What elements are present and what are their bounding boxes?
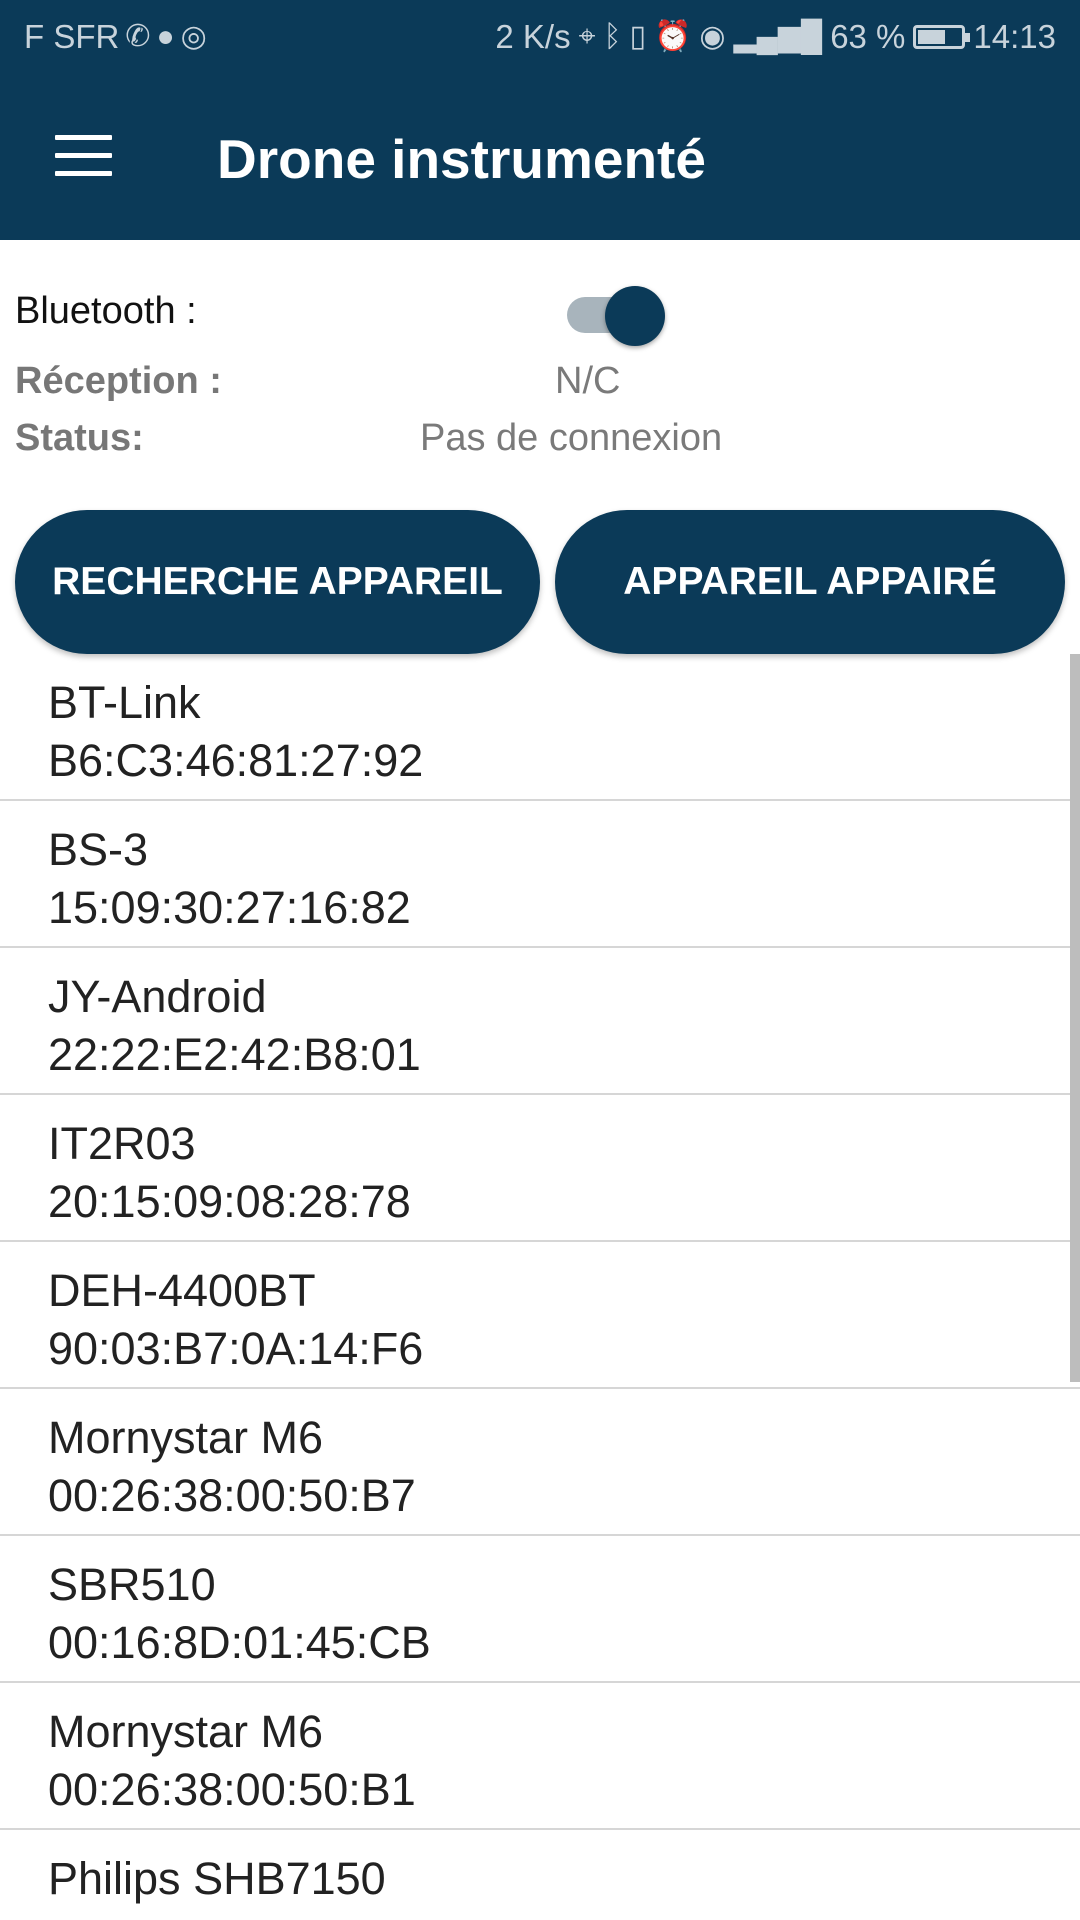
vibrate-icon: ▯ xyxy=(629,20,646,53)
reception-value: N/C xyxy=(555,360,621,402)
device-name: BS-3 xyxy=(48,824,149,875)
device-name: SBR510 xyxy=(48,1559,216,1610)
chat-bubble-icon: ● xyxy=(156,20,175,53)
whatsapp-icon: ✆ xyxy=(125,20,151,53)
list-item[interactable]: IT2R03 20:15:09:08:28:78 xyxy=(0,1095,1080,1242)
alarm-icon: ⏰ xyxy=(653,20,692,53)
device-address: 90:03:B7:0A:14:F6 xyxy=(48,1323,424,1374)
eye-icon: ◉ xyxy=(699,20,726,53)
device-name: JY-Android xyxy=(48,971,267,1022)
device-address: 00:26:38:00:50:B1 xyxy=(48,1764,416,1815)
list-item[interactable]: BT-Link B6:C3:46:81:27:92 xyxy=(0,654,1080,801)
device-address: 22:22:E2:42:B8:01 xyxy=(48,1029,421,1080)
list-item[interactable]: Philips SHB7150 xyxy=(0,1830,1080,1920)
device-address: 00:16:8D:01:45:CB xyxy=(48,1617,431,1668)
device-address: 20:15:09:08:28:78 xyxy=(48,1176,411,1227)
list-item[interactable]: SBR510 00:16:8D:01:45:CB xyxy=(0,1536,1080,1683)
hamburger-menu-icon[interactable] xyxy=(55,135,112,177)
battery-icon xyxy=(913,25,971,49)
device-name: DEH-4400BT xyxy=(48,1265,316,1316)
app-bar: Drone instrumenté xyxy=(0,75,1080,240)
device-name: Mornystar M6 xyxy=(48,1412,324,1463)
list-item[interactable]: JY-Android 22:22:E2:42:B8:01 xyxy=(0,948,1080,1095)
bluetooth-toggle[interactable] xyxy=(567,280,667,346)
signal-4g-icon: ▂▄▆█ xyxy=(733,20,823,53)
app-title: Drone instrumenté xyxy=(217,128,706,190)
list-scrollbar[interactable] xyxy=(1070,654,1080,1382)
device-address: 15:09:30:27:16:82 xyxy=(48,882,411,933)
paired-device-button[interactable]: APPAREIL APPAIRÉ xyxy=(555,510,1065,654)
instagram-icon: ◎ xyxy=(180,20,207,53)
status-bar: F SFR ✆ ● ◎ 2 K/s ⌖ ᛒ ▯ ⏰ ◉ ▂▄▆█ 63 % 14… xyxy=(0,0,1080,75)
location-icon: ⌖ xyxy=(578,20,596,53)
network-speed: 2 K/s xyxy=(495,18,571,55)
carrier-text: F SFR xyxy=(24,18,120,55)
bluetooth-label: Bluetooth : xyxy=(15,290,197,332)
list-item[interactable]: BS-3 15:09:30:27:16:82 xyxy=(0,801,1080,948)
device-name: IT2R03 xyxy=(48,1118,196,1169)
status-label: Status: xyxy=(15,417,144,459)
device-address: B6:C3:46:81:27:92 xyxy=(48,735,424,786)
device-address: 00:26:38:00:50:B7 xyxy=(48,1470,416,1521)
device-name: Philips SHB7150 xyxy=(48,1853,386,1904)
device-name: Mornystar M6 xyxy=(48,1706,324,1757)
list-item[interactable]: DEH-4400BT 90:03:B7:0A:14:F6 xyxy=(0,1242,1080,1389)
status-bar-left: F SFR ✆ ● ◎ xyxy=(24,18,207,56)
device-name: BT-Link xyxy=(48,677,201,728)
bluetooth-icon: ᛒ xyxy=(603,20,622,53)
clock: 14:13 xyxy=(973,18,1056,55)
battery-percent: 63 % xyxy=(830,18,906,55)
list-item[interactable]: Mornystar M6 00:26:38:00:50:B1 xyxy=(0,1683,1080,1830)
toggle-thumb xyxy=(605,286,665,346)
search-device-button[interactable]: RECHERCHE APPAREIL xyxy=(15,510,540,654)
status-bar-right: 2 K/s ⌖ ᛒ ▯ ⏰ ◉ ▂▄▆█ 63 % 14:13 xyxy=(495,18,1056,56)
reception-label: Réception : xyxy=(15,360,222,402)
status-value: Pas de connexion xyxy=(420,417,723,459)
battery-fill xyxy=(918,30,945,44)
list-item[interactable]: Mornystar M6 00:26:38:00:50:B7 xyxy=(0,1389,1080,1536)
device-list[interactable]: BT-Link B6:C3:46:81:27:92 BS-3 15:09:30:27… xyxy=(0,654,1080,1920)
